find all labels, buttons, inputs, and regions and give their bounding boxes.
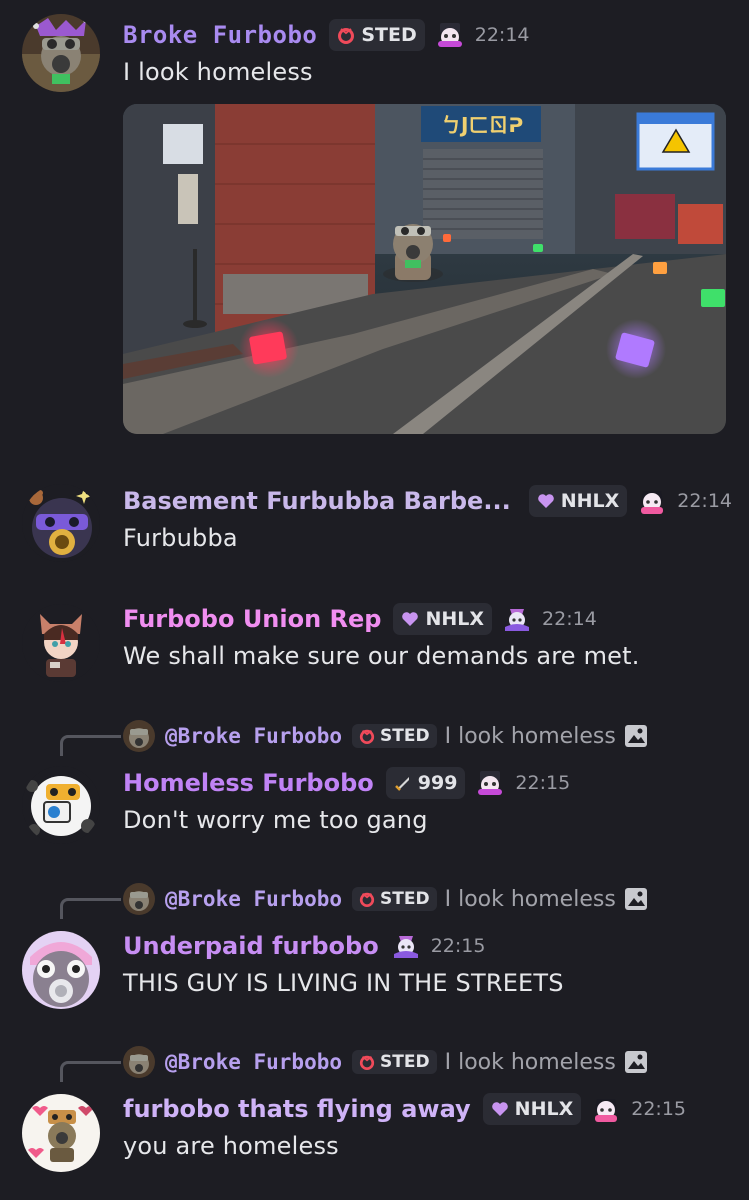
red-ring-icon: [338, 28, 355, 44]
reply-avatar: [123, 720, 155, 752]
avatar[interactable]: [22, 931, 100, 1009]
server-tag[interactable]: 999: [385, 767, 466, 799]
server-tag[interactable]: STED: [329, 19, 425, 51]
red-ring-icon: [359, 892, 375, 907]
timestamp: 22:14: [542, 608, 597, 630]
author-name[interactable]: Basement Furbubba Barbe...: [123, 487, 511, 515]
tag-label: STED: [361, 24, 417, 46]
message-text: you are homeless: [123, 1132, 339, 1160]
reply-tag: STED: [352, 887, 437, 911]
author-name[interactable]: furbobo thats flying away: [123, 1095, 471, 1123]
reply-tag-label: STED: [380, 1052, 430, 1072]
tag-label: NHLX: [560, 490, 620, 512]
role-icon: [475, 769, 505, 797]
tag-label: 999: [417, 772, 458, 794]
author-name[interactable]: Broke Furbobo: [123, 21, 317, 49]
purple-heart-icon: [491, 1102, 508, 1116]
reply-tag: STED: [352, 724, 437, 748]
reply-tag: STED: [352, 1050, 437, 1074]
reply-connector: [60, 1061, 121, 1082]
tag-label: NHLX: [514, 1098, 574, 1120]
author-name[interactable]: Homeless Furbobo: [123, 769, 374, 797]
reply-avatar: [123, 883, 155, 915]
image-icon: [624, 725, 647, 747]
purple-heart-icon: [537, 494, 554, 508]
reply-connector: [60, 735, 121, 756]
reply-text: I look homeless: [444, 1049, 616, 1075]
author-name[interactable]: Underpaid furbobo: [123, 932, 379, 960]
reply-avatar: [123, 1046, 155, 1078]
purple-heart-icon: [402, 612, 419, 626]
image-attachment[interactable]: ㄅJㄈㄖᕈ: [123, 104, 726, 434]
author-name[interactable]: Furbobo Union Rep: [123, 605, 381, 633]
reply-author[interactable]: @Broke Furbobo: [165, 1050, 342, 1074]
message-text: I look homeless: [123, 58, 313, 86]
reply-connector: [60, 898, 121, 919]
message-text: We shall make sure our demands are met.: [123, 642, 640, 670]
reply-author[interactable]: @Broke Furbobo: [165, 724, 342, 748]
reply-tag-label: STED: [380, 889, 430, 909]
timestamp: 22:15: [631, 1098, 686, 1120]
timestamp: 22:15: [430, 935, 486, 957]
role-icon: [435, 21, 465, 49]
server-tag[interactable]: NHLX: [528, 485, 628, 517]
role-icon: [502, 605, 532, 633]
reply-tag-label: STED: [380, 726, 430, 746]
message-text: Furbubba: [123, 524, 238, 552]
role-icon: [637, 487, 667, 515]
red-ring-icon: [359, 1055, 375, 1070]
timestamp: 22:14: [474, 24, 530, 46]
avatar[interactable]: [22, 604, 100, 682]
avatar[interactable]: [22, 484, 100, 562]
image-icon: [624, 888, 647, 910]
message-text: Don't worry me too gang: [123, 806, 428, 834]
reply-preview[interactable]: @Broke Furbobo STED I look homeless: [123, 1045, 648, 1079]
sword-icon: [394, 777, 409, 791]
message-text: THIS GUY IS LIVING IN THE STREETS: [123, 969, 564, 997]
avatar[interactable]: [22, 1094, 100, 1172]
avatar[interactable]: [22, 766, 100, 844]
timestamp: 22:15: [515, 772, 571, 794]
server-tag[interactable]: NHLX: [393, 603, 493, 635]
reply-preview[interactable]: @Broke Furbobo STED I look homeless: [123, 719, 648, 753]
reply-text: I look homeless: [444, 886, 616, 912]
avatar[interactable]: [22, 14, 100, 92]
tag-label: NHLX: [425, 608, 485, 630]
red-ring-icon: [359, 729, 375, 744]
image-icon: [624, 1051, 647, 1073]
svg-text:ㄅJㄈㄖᕈ: ㄅJㄈㄖᕈ: [441, 113, 523, 137]
server-tag[interactable]: NHLX: [482, 1093, 582, 1125]
role-icon: [591, 1095, 621, 1123]
role-icon: [391, 932, 421, 960]
reply-author[interactable]: @Broke Furbobo: [165, 887, 342, 911]
reply-text: I look homeless: [444, 723, 616, 749]
reply-preview[interactable]: @Broke Furbobo STED I look homeless: [123, 882, 648, 916]
timestamp: 22:14: [677, 490, 733, 512]
